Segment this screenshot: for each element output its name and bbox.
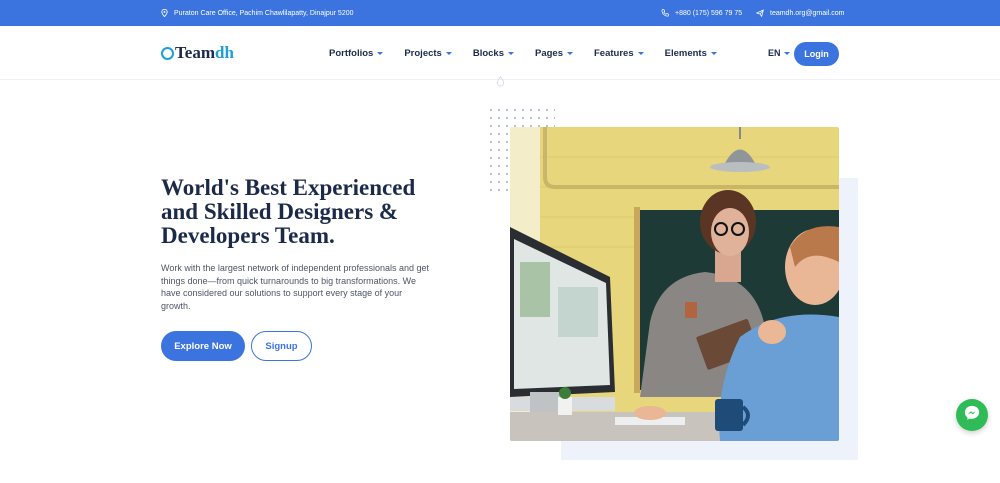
main-header: Team dh Portfolios Projects Blocks Pages… <box>0 26 1000 80</box>
email-info[interactable]: teamdh.org@gmail.com <box>756 0 844 26</box>
nav-item-label: Pages <box>535 47 563 59</box>
main-nav: Portfolios Projects Blocks Pages Feature… <box>329 26 738 80</box>
nav-item-blocks[interactable]: Blocks <box>473 48 514 59</box>
site-logo[interactable]: Team dh <box>161 43 234 63</box>
hero-image <box>510 127 839 441</box>
messenger-button[interactable] <box>956 399 988 431</box>
chevron-down-icon <box>377 51 384 55</box>
address-text: Puraton Care Office, Pachim Chawlilapatt… <box>174 9 354 17</box>
messenger-icon <box>963 404 981 427</box>
hero-title: World's Best Experienced and Skilled Des… <box>161 175 416 248</box>
chevron-down-icon <box>637 51 644 55</box>
signup-button[interactable]: Signup <box>251 331 312 361</box>
login-button[interactable]: Login <box>794 42 839 66</box>
language-label: EN <box>768 48 781 58</box>
hero-description: Work with the largest network of indepen… <box>161 263 429 311</box>
top-info-bar: Puraton Care Office, Pachim Chawlilapatt… <box>0 0 1000 26</box>
explore-now-button[interactable]: Explore Now <box>161 331 245 361</box>
nav-item-pages[interactable]: Pages <box>535 48 573 59</box>
nav-item-label: Features <box>594 47 634 59</box>
nav-item-label: Portfolios <box>329 47 374 59</box>
language-selector[interactable]: EN <box>768 26 790 80</box>
chevron-down-icon <box>567 51 573 55</box>
phone-icon <box>661 9 669 17</box>
chevron-down-icon <box>508 51 514 55</box>
chevron-down-icon <box>783 51 790 55</box>
phone-info[interactable]: +880 (175) 596 79 75 <box>661 0 742 26</box>
nav-item-features[interactable]: Features <box>594 48 644 59</box>
address-info: Puraton Care Office, Pachim Chawlilapatt… <box>161 0 354 26</box>
drop-icon <box>496 74 505 92</box>
phone-text: +880 (175) 596 79 75 <box>675 9 743 17</box>
logo-text-accent: dh <box>215 43 234 62</box>
nav-item-elements[interactable]: Elements <box>665 48 717 59</box>
logo-ring-icon <box>161 46 174 60</box>
location-icon <box>161 9 168 17</box>
nav-item-projects[interactable]: Projects <box>404 48 452 59</box>
email-text: teamdh.org@gmail.com <box>770 9 845 17</box>
nav-item-label: Blocks <box>472 47 504 59</box>
nav-item-label: Elements <box>664 47 707 59</box>
nav-item-portfolios[interactable]: Portfolios <box>329 47 384 59</box>
chevron-down-icon <box>710 51 717 55</box>
chevron-down-icon <box>445 51 452 55</box>
nav-item-label: Projects <box>404 47 442 59</box>
logo-text-primary: Team <box>175 43 215 62</box>
mail-icon <box>756 9 764 17</box>
